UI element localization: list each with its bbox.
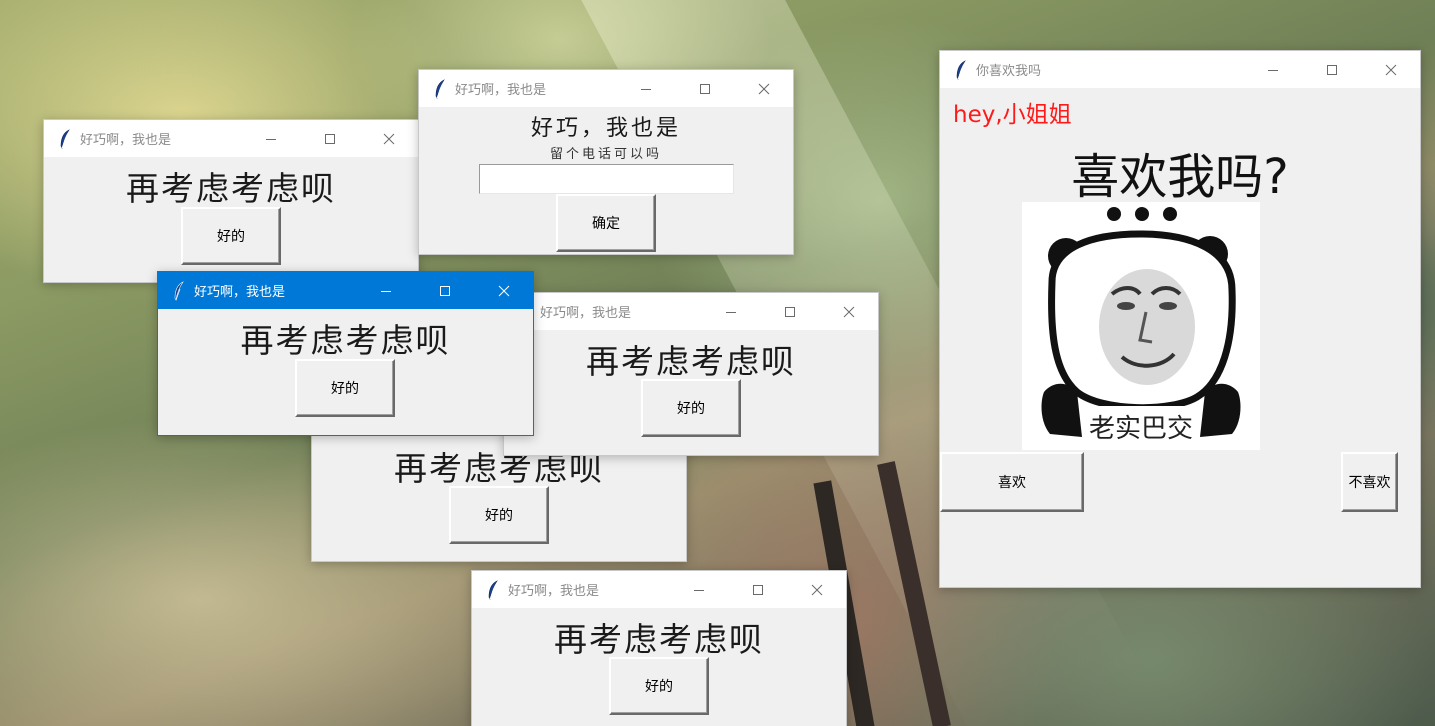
window-title: 好巧啊，我也是 xyxy=(455,83,547,98)
window-title: 好巧啊，我也是 xyxy=(80,133,172,148)
greeting-text: hey,小姐姐 xyxy=(953,102,1072,128)
feather-icon xyxy=(168,272,190,309)
minimize-icon[interactable] xyxy=(1243,51,1302,88)
close-icon[interactable] xyxy=(474,272,533,309)
title-bar[interactable]: 好巧啊，我也是 xyxy=(504,293,878,330)
phone-input[interactable] xyxy=(479,164,734,194)
panda-meme-image: 老实巴交 xyxy=(1022,202,1260,450)
maximize-icon[interactable] xyxy=(415,272,474,309)
ok-button[interactable]: 好的 xyxy=(609,657,709,715)
title-bar[interactable]: 好巧啊，我也是 xyxy=(472,571,846,608)
title-bar[interactable]: 你喜欢我吗 xyxy=(940,51,1420,88)
close-icon[interactable] xyxy=(359,120,418,157)
ok-button[interactable]: 好的 xyxy=(181,207,281,265)
minimize-icon[interactable] xyxy=(356,272,415,309)
window-title: 好巧啊，我也是 xyxy=(508,584,600,599)
minimize-icon[interactable] xyxy=(241,120,300,157)
maximize-icon[interactable] xyxy=(300,120,359,157)
maximize-icon[interactable] xyxy=(675,70,734,107)
maximize-icon[interactable] xyxy=(1302,51,1361,88)
reconsider-text: 再考虑考虑呗 xyxy=(240,321,451,360)
feather-icon xyxy=(950,51,972,88)
close-icon[interactable] xyxy=(1361,51,1420,88)
feather-icon xyxy=(429,70,451,107)
title-bar[interactable]: 好巧啊，我也是 xyxy=(419,70,793,107)
feather-icon xyxy=(482,571,504,608)
close-icon[interactable] xyxy=(787,571,846,608)
popup-window: 好巧啊，我也是 再考虑考虑呗 好的 xyxy=(43,119,419,283)
title-bar[interactable]: 好巧啊，我也是 xyxy=(44,120,418,157)
question-text: 喜欢我吗? xyxy=(1071,149,1289,205)
feather-icon xyxy=(54,120,76,157)
window-title: 好巧啊，我也是 xyxy=(194,285,286,300)
like-button[interactable]: 喜欢 xyxy=(940,452,1084,512)
maximize-icon[interactable] xyxy=(760,293,819,330)
popup-window: 好巧啊，我也是 再考虑考虑呗 好的 xyxy=(471,570,847,726)
minimize-icon[interactable] xyxy=(669,571,728,608)
phone-window: 好巧啊，我也是 好巧，我也是 留个电话可以吗 确定 xyxy=(418,69,794,255)
close-icon[interactable] xyxy=(734,70,793,107)
reconsider-text: 再考虑考虑呗 xyxy=(586,342,796,381)
ok-button[interactable]: 好的 xyxy=(641,379,741,437)
ok-button[interactable]: 好的 xyxy=(295,359,395,417)
minimize-icon[interactable] xyxy=(701,293,760,330)
ok-button[interactable]: 好的 xyxy=(449,486,549,544)
phone-heading: 好巧，我也是 xyxy=(530,116,681,141)
minimize-icon[interactable] xyxy=(616,70,675,107)
maximize-icon[interactable] xyxy=(728,571,787,608)
reconsider-text: 再考虑考虑呗 xyxy=(554,620,764,659)
phone-subtitle: 留个电话可以吗 xyxy=(549,147,662,162)
main-window: 你喜欢我吗 hey,小姐姐 喜欢我吗? 老实巴交 喜欢 不喜欢 xyxy=(939,50,1421,588)
popup-window: 好巧啊，我也是 再考虑考虑呗 好的 xyxy=(503,292,879,456)
window-title: 好巧啊，我也是 xyxy=(540,306,632,321)
reconsider-text: 再考虑考虑呗 xyxy=(126,169,336,208)
dislike-button[interactable]: 不喜欢 xyxy=(1341,452,1398,512)
close-icon[interactable] xyxy=(819,293,878,330)
confirm-button[interactable]: 确定 xyxy=(556,194,656,252)
active-popup-window: 好巧啊，我也是 再考虑考虑呗 好的 xyxy=(157,271,534,436)
window-title: 你喜欢我吗 xyxy=(976,64,1042,79)
title-bar[interactable]: 好巧啊，我也是 xyxy=(158,272,533,309)
image-caption: 老实巴交 xyxy=(1088,414,1193,444)
